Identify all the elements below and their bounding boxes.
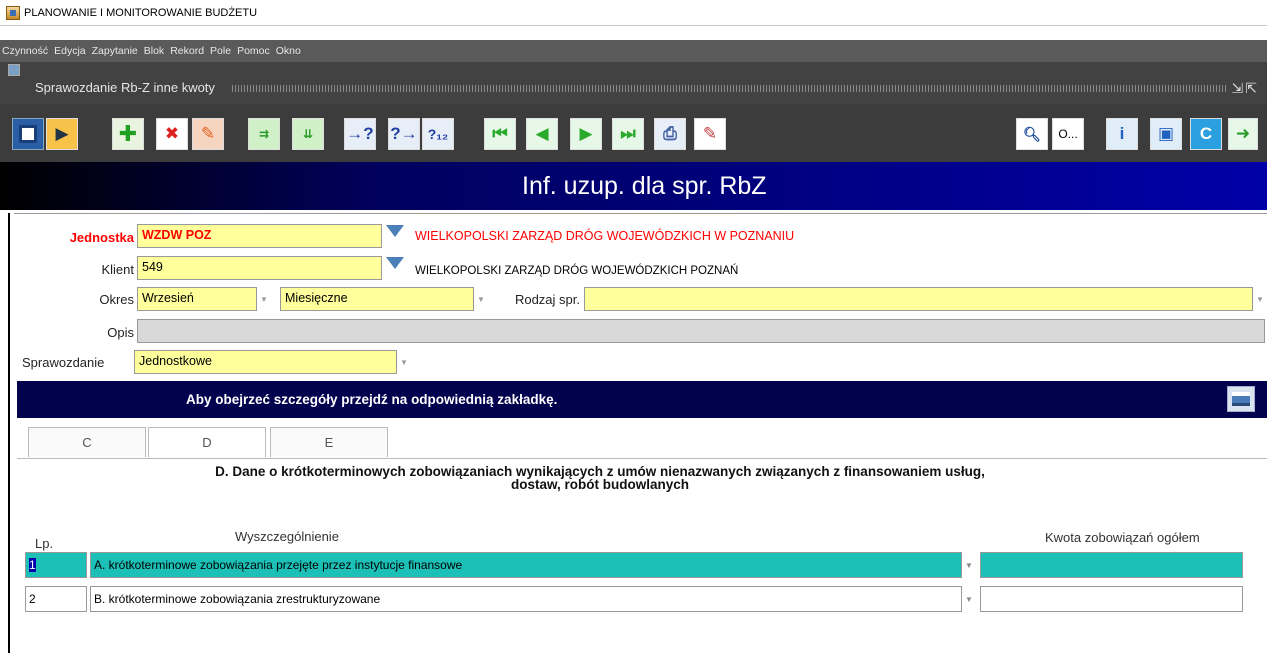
window-titlebar: PLANOWANIE I MONITOROWANIE BUDŻETU [0, 0, 1267, 26]
edit-icon[interactable]: ✎ [694, 118, 726, 150]
next-query-icon[interactable]: ?→ [388, 118, 420, 150]
okres-month-dropdown-icon[interactable]: ▼ [257, 287, 271, 311]
column-header-amount: Kwota zobowiązań ogółem [1045, 530, 1200, 545]
form-banner: Inf. uzup. dla spr. RbZ [0, 162, 1267, 210]
section-title-line2: dostaw, robót budowlanych [511, 477, 689, 492]
next-record-icon[interactable]: ▶ [570, 118, 602, 150]
last-record-icon[interactable]: ⏭ [612, 118, 644, 150]
menu-item-czynnosc[interactable]: Czynność [2, 45, 48, 57]
okres-month-select[interactable]: Wrzesień [137, 287, 257, 311]
sprawozdanie-select[interactable]: Jednostkowe [134, 350, 397, 374]
row-description-cell[interactable]: B. krótkoterminowe zobowiązania zrestruk… [90, 586, 962, 612]
print-report-icon[interactable] [1227, 386, 1255, 412]
sprawozdanie-label: Sprawozdanie [22, 355, 105, 370]
exit-icon[interactable]: ▶ [46, 118, 78, 150]
tab-e[interactable]: E [270, 427, 388, 457]
help-query-icon[interactable]: →? [344, 118, 376, 150]
clear-record-icon[interactable]: ✎ [192, 118, 224, 150]
menu-item-pole[interactable]: Pole [210, 45, 231, 57]
row-description-dropdown-icon[interactable]: ▼ [962, 552, 976, 578]
window-title: PLANOWANIE I MONITOROWANIE BUDŻETU [24, 6, 258, 19]
sprawozdanie-dropdown-icon[interactable]: ▼ [397, 350, 411, 374]
document-titlebar: Sprawozdanie Rb-Z inne kwoty ⇲⇱ [0, 62, 1267, 104]
okres-label: Okres [99, 292, 134, 307]
rodzaj-dropdown-icon[interactable]: ▼ [1253, 287, 1267, 311]
row-description-dropdown-icon[interactable]: ▼ [962, 586, 976, 612]
window-controls-icon[interactable]: ⇲⇱ [1232, 80, 1259, 97]
menu-item-zapytanie[interactable]: Zapytanie [92, 45, 138, 57]
info-bar: Aby obejrzeć szczegóły przejdź na odpowi… [17, 381, 1267, 418]
document-icon [8, 64, 20, 76]
o-button[interactable]: O... [1052, 118, 1084, 150]
o-button-label: O... [1058, 127, 1078, 141]
klient-description: WIELKOPOLSKI ZARZĄD DRÓG WOJEWÓDZKICH PO… [415, 265, 739, 277]
window-icon[interactable]: ▣ [1150, 118, 1182, 150]
menu-item-blok[interactable]: Blok [144, 45, 164, 57]
opis-label: Opis [107, 325, 134, 340]
previous-record-icon[interactable]: ◀ [526, 118, 558, 150]
exit-door-icon[interactable]: ➜ [1228, 118, 1258, 150]
calendar-icon[interactable]: C [1190, 118, 1222, 150]
count-query-icon[interactable]: ?₁₂ [422, 118, 454, 150]
row-lp-cell[interactable]: 1 [25, 552, 87, 578]
menu-item-pomoc[interactable]: Pomoc [237, 45, 270, 57]
first-record-icon[interactable]: ⏮ [484, 118, 516, 150]
document-title: Sprawozdanie Rb-Z inne kwoty [35, 80, 215, 95]
klient-lov-icon[interactable] [386, 257, 404, 269]
preview-icon[interactable]: 🔍︎ [1016, 118, 1048, 150]
form-frame-top [14, 213, 1267, 214]
okres-type-select[interactable]: Miesięczne [280, 287, 474, 311]
klient-label: Klient [101, 262, 134, 277]
opis-field[interactable] [137, 319, 1265, 343]
rodzaj-select[interactable] [584, 287, 1253, 311]
insert-record-icon[interactable]: ✚ [112, 118, 144, 150]
row-amount-cell[interactable] [980, 586, 1243, 612]
section-title: D. Dane o krótkoterminowych zobowiązania… [100, 465, 1100, 492]
jednostka-label: Jednostka [69, 230, 134, 245]
row-description-cell[interactable]: A. krótkoterminowe zobowiązania przejęte… [90, 552, 962, 578]
tab-d[interactable]: D [148, 427, 266, 457]
row-lp-value: 1 [29, 558, 36, 572]
titlebar-pattern [232, 85, 1227, 92]
klient-field[interactable]: 549 [137, 256, 382, 280]
menu-item-edycja[interactable]: Edycja [54, 45, 86, 57]
tab-c[interactable]: C [28, 427, 146, 457]
execute-query-icon[interactable]: ⇊ [292, 118, 324, 150]
column-header-description: Wyszczególnienie [235, 529, 339, 544]
row-lp-cell[interactable]: 2 [25, 586, 87, 612]
jednostka-lov-icon[interactable] [386, 225, 404, 237]
column-header-lp: Lp. [35, 536, 54, 551]
menu-item-okno[interactable]: Okno [276, 45, 301, 57]
menu-bar: Czynność Edycja Zapytanie Blok Rekord Po… [0, 40, 1267, 62]
tab-strip: C D E [17, 423, 1267, 459]
toolbar: ▶ ✚ ✖ ✎ ⇉ ⇊ →? ?→ ?₁₂ ⏮ ◀ ▶ ⏭ ⎙ ✎ 🔍︎ O..… [0, 104, 1267, 162]
print-icon[interactable]: ⎙ [654, 118, 686, 150]
info-icon[interactable]: i [1106, 118, 1138, 150]
info-message: Aby obejrzeć szczegóły przejdź na odpowi… [186, 392, 558, 407]
menu-item-rekord[interactable]: Rekord [170, 45, 204, 57]
save-icon[interactable] [12, 118, 44, 150]
form-title: Inf. uzup. dla spr. RbZ [522, 172, 767, 200]
jednostka-field[interactable]: WZDW POZ [137, 224, 382, 248]
rodzaj-label: Rodzaj spr. [514, 292, 580, 307]
jednostka-description: WIELKOPOLSKI ZARZĄD DRÓG WOJEWÓDZKICH W … [415, 229, 795, 243]
enter-query-icon[interactable]: ⇉ [248, 118, 280, 150]
okres-type-dropdown-icon[interactable]: ▼ [474, 287, 488, 311]
delete-record-icon[interactable]: ✖ [156, 118, 188, 150]
row-amount-cell[interactable] [980, 552, 1243, 578]
app-icon [6, 5, 20, 20]
